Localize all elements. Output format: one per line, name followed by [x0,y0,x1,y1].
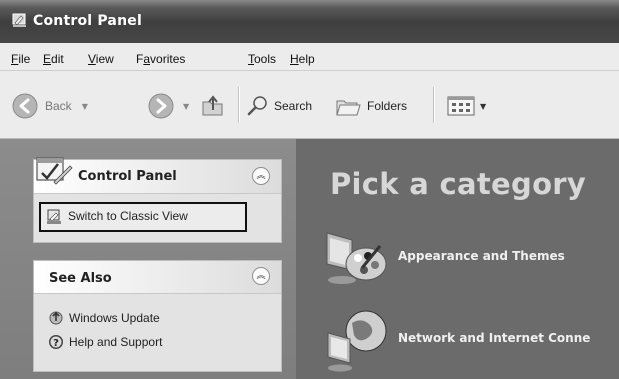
windows-update-label: Windows Update [69,311,160,325]
collapse-control-panel-button[interactable]: ︽ [252,167,270,185]
appearance-themes-icon [326,232,387,284]
control-panel-large-icon [36,157,73,185]
see-also-header[interactable]: See Also ︽ [34,261,281,294]
switch-to-classic-view-link[interactable]: Switch to Classic View [39,202,247,232]
back-arrow-icon [12,93,38,119]
folders-icon [336,100,361,116]
toolbar: Back ▼ ▼ Search Folders ▼ [0,71,619,139]
views-icon [447,96,475,116]
control-panel-header-title: Control Panel [78,169,177,184]
back-label: Back [45,99,72,113]
category-network-internet[interactable]: Network and Internet Conne [322,305,619,375]
help-icon: ? [49,335,63,349]
classic-view-icon [47,209,61,224]
forward-button[interactable]: ▼ [147,89,189,123]
help-and-support-link[interactable]: ? Help and Support [48,334,248,352]
menu-view[interactable]: View [88,52,114,66]
up-folder-icon [202,95,223,116]
menu-favorites[interactable]: Favorites [136,52,185,66]
views-button[interactable]: ▼ [446,89,486,123]
menu-file[interactable]: File [11,52,30,66]
toolbar-separator [433,87,435,123]
menu-tools[interactable]: Tools [248,52,276,66]
category-appearance-themes[interactable]: Appearance and Themes [322,228,612,288]
task-pane: Control Panel ︽ Switch to Classic View S… [0,139,296,379]
network-internet-icon [327,310,387,372]
forward-dropdown-icon[interactable]: ▼ [183,102,189,111]
chevron-up-icon: ︽ [256,270,266,281]
search-label: Search [274,99,313,113]
back-button[interactable]: Back ▼ [11,89,88,123]
control-panel-box: Control Panel ︽ Switch to Classic View [33,157,282,243]
network-internet-label: Network and Internet Conne [398,331,591,345]
switch-to-classic-view-label: Switch to Classic View [68,209,188,223]
menu-edit[interactable]: Edit [43,52,64,66]
toolbar-separator [238,87,240,123]
see-also-box: See Also ︽ Windows Update ? Help and Sup… [33,260,282,372]
appearance-themes-label: Appearance and Themes [398,249,565,263]
pick-a-category-heading: Pick a category [330,167,587,201]
back-dropdown-icon[interactable]: ▼ [82,102,88,111]
windows-update-icon [49,311,63,325]
chevron-up-icon: ︽ [256,170,266,181]
menu-help[interactable]: Help [290,52,315,66]
svg-text:?: ? [53,338,59,349]
search-button[interactable]: Search [246,89,312,123]
menu-bar: File Edit View Favorites Tools Help [0,43,619,71]
window-title: Control Panel [33,13,142,29]
see-also-title: See Also [49,271,112,286]
forward-arrow-icon [148,93,174,119]
up-folder-button[interactable] [200,89,226,123]
search-icon [247,96,267,116]
folders-button[interactable]: Folders [335,89,407,123]
windows-update-link[interactable]: Windows Update [48,310,248,328]
folders-label: Folders [367,99,408,113]
control-panel-header[interactable]: Control Panel ︽ [34,157,281,194]
help-and-support-label: Help and Support [69,335,163,349]
views-dropdown-icon[interactable]: ▼ [480,102,486,111]
control-panel-icon [12,13,26,27]
collapse-see-also-button[interactable]: ︽ [252,267,270,285]
